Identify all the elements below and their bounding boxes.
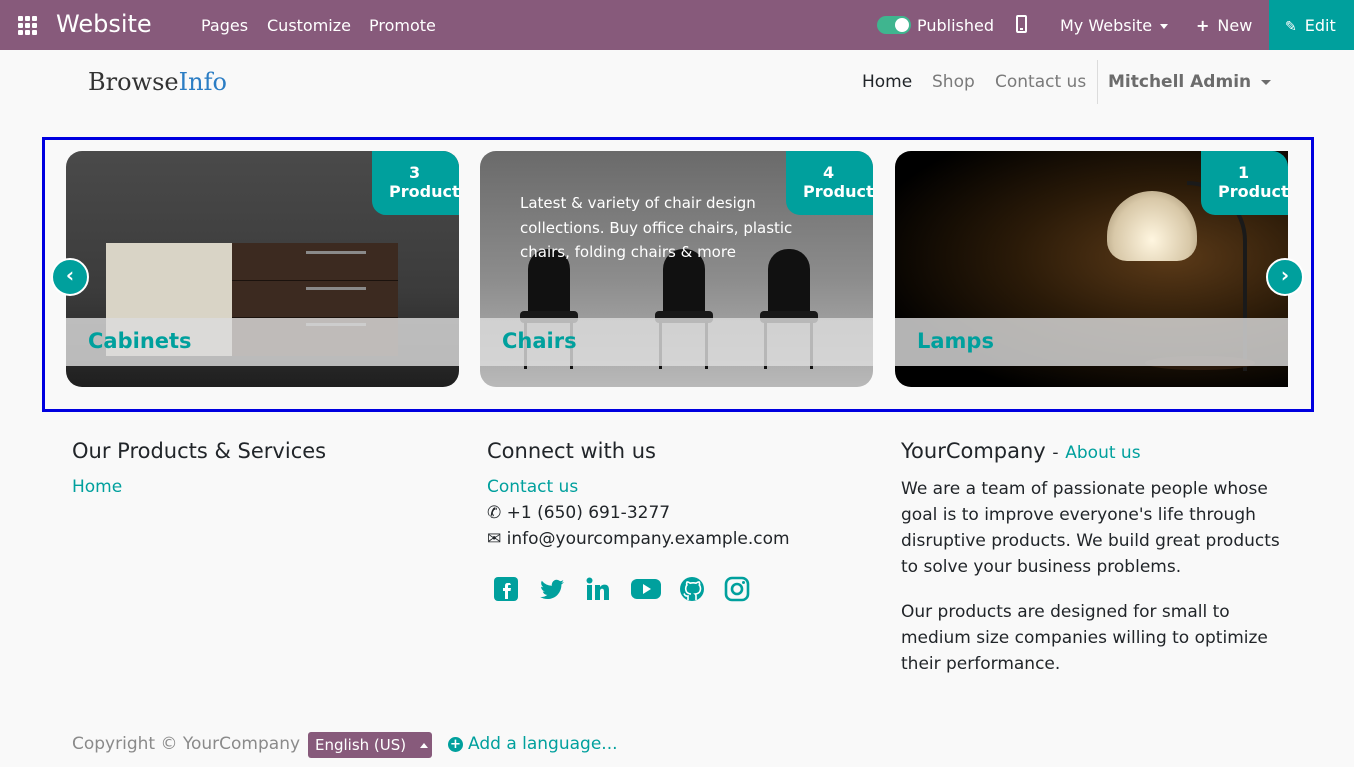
user-name: Mitchell Admin xyxy=(1108,72,1252,92)
add-language-label: Add a language... xyxy=(468,734,618,754)
badge-unit: Products xyxy=(803,182,873,201)
cabinet-drawer-line xyxy=(232,280,398,281)
category-card-chairs[interactable]: Latest & variety of chair design collect… xyxy=(480,151,873,387)
youtube-icon[interactable] xyxy=(630,575,662,603)
chevron-down-icon xyxy=(1160,24,1169,29)
carousel-next-button[interactable]: › xyxy=(1266,258,1304,296)
envelope-icon: ✉ xyxy=(487,529,502,549)
website-selector[interactable]: My Website xyxy=(1060,16,1169,35)
chevron-right-icon: › xyxy=(1280,263,1290,287)
plus-icon: + xyxy=(1196,16,1210,35)
menu-promote[interactable]: Promote xyxy=(369,16,436,35)
badge-unit: Products xyxy=(389,182,459,201)
copyright-text: Copyright © YourCompany xyxy=(72,734,301,754)
connect-title: Connect with us xyxy=(487,439,656,463)
badge-count: 4 xyxy=(823,163,835,182)
category-name[interactable]: Lamps xyxy=(917,329,994,353)
nav-home[interactable]: Home xyxy=(862,72,912,92)
published-label: Published xyxy=(917,16,995,35)
category-carousel: 3Products Cabinets Latest & variety of c… xyxy=(42,137,1314,412)
menu-pages[interactable]: Pages xyxy=(201,16,248,35)
logo-part1: Browse xyxy=(88,68,179,96)
edit-button[interactable]: ✎ Edit xyxy=(1269,0,1354,50)
footer-contact-link[interactable]: Contact us xyxy=(487,477,578,497)
apps-menu-icon[interactable] xyxy=(18,16,37,35)
language-selector[interactable]: English (US) xyxy=(308,732,432,758)
add-language-link[interactable]: + Add a language... xyxy=(448,734,618,754)
carousel-prev-button[interactable]: ‹ xyxy=(51,258,89,296)
chevron-down-icon xyxy=(1261,79,1272,85)
new-label: New xyxy=(1217,16,1253,35)
badge-unit: Products xyxy=(1218,182,1288,201)
menu-customize[interactable]: Customize xyxy=(267,16,351,35)
product-count-badge: 4Products xyxy=(786,151,873,215)
instagram-icon[interactable] xyxy=(723,575,751,603)
cabinet-handle xyxy=(306,251,366,254)
company-title-row: YourCompany - About us xyxy=(901,439,1141,463)
phone-row: ✆ +1 (650) 691-3277 xyxy=(487,503,670,523)
language-label: English (US) xyxy=(315,736,407,754)
edit-label: Edit xyxy=(1304,16,1336,35)
product-count-badge: 1Products xyxy=(1201,151,1288,215)
phone-number: +1 (650) 691-3277 xyxy=(506,503,671,523)
about-paragraph-2: Our products are designed for small to m… xyxy=(901,602,1268,674)
about-us-link[interactable]: About us xyxy=(1065,443,1140,463)
mobile-preview-icon[interactable] xyxy=(1016,15,1027,33)
app-title: Website xyxy=(56,10,152,38)
nav-divider xyxy=(1097,60,1098,104)
company-name: YourCompany xyxy=(901,439,1046,463)
footer-home-link[interactable]: Home xyxy=(72,477,122,497)
chevron-up-icon xyxy=(420,743,429,748)
nav-shop[interactable]: Shop xyxy=(932,72,975,92)
category-card-cabinets[interactable]: 3Products Cabinets xyxy=(66,151,459,387)
github-icon[interactable] xyxy=(678,575,706,603)
plus-circle-icon: + xyxy=(448,737,463,752)
email-address: info@yourcompany.example.com xyxy=(506,529,790,549)
admin-topbar: Website Pages Customize Promote Publishe… xyxy=(0,0,1354,50)
published-toggle[interactable] xyxy=(877,16,911,34)
new-button[interactable]: + New xyxy=(1196,16,1252,35)
about-paragraph-1: We are a team of passionate people whose… xyxy=(901,479,1280,577)
separator: - xyxy=(1052,443,1059,463)
category-name[interactable]: Chairs xyxy=(502,329,577,353)
category-card-lamps[interactable]: 1Products Lamps xyxy=(895,151,1288,387)
pencil-icon: ✎ xyxy=(1285,19,1297,35)
badge-count: 3 xyxy=(409,163,421,182)
email-row: ✉ info@yourcompany.example.com xyxy=(487,529,790,549)
phone-icon: ✆ xyxy=(487,503,502,523)
badge-count: 1 xyxy=(1238,163,1250,182)
user-menu[interactable]: Mitchell Admin xyxy=(1108,72,1272,92)
site-logo[interactable]: BrowseInfo xyxy=(88,68,227,96)
cabinet-handle xyxy=(306,287,366,290)
linkedin-icon[interactable] xyxy=(584,575,612,603)
nav-contact-us[interactable]: Contact us xyxy=(995,72,1086,92)
product-count-badge: 3Products xyxy=(372,151,459,215)
lamp-image xyxy=(1107,191,1197,261)
facebook-icon[interactable] xyxy=(492,575,520,603)
category-name[interactable]: Cabinets xyxy=(88,329,192,353)
website-selector-label: My Website xyxy=(1060,16,1153,35)
logo-part2: Info xyxy=(178,68,227,96)
products-services-title: Our Products & Services xyxy=(72,439,327,463)
chevron-left-icon: ‹ xyxy=(65,263,75,287)
twitter-icon[interactable] xyxy=(538,575,566,603)
